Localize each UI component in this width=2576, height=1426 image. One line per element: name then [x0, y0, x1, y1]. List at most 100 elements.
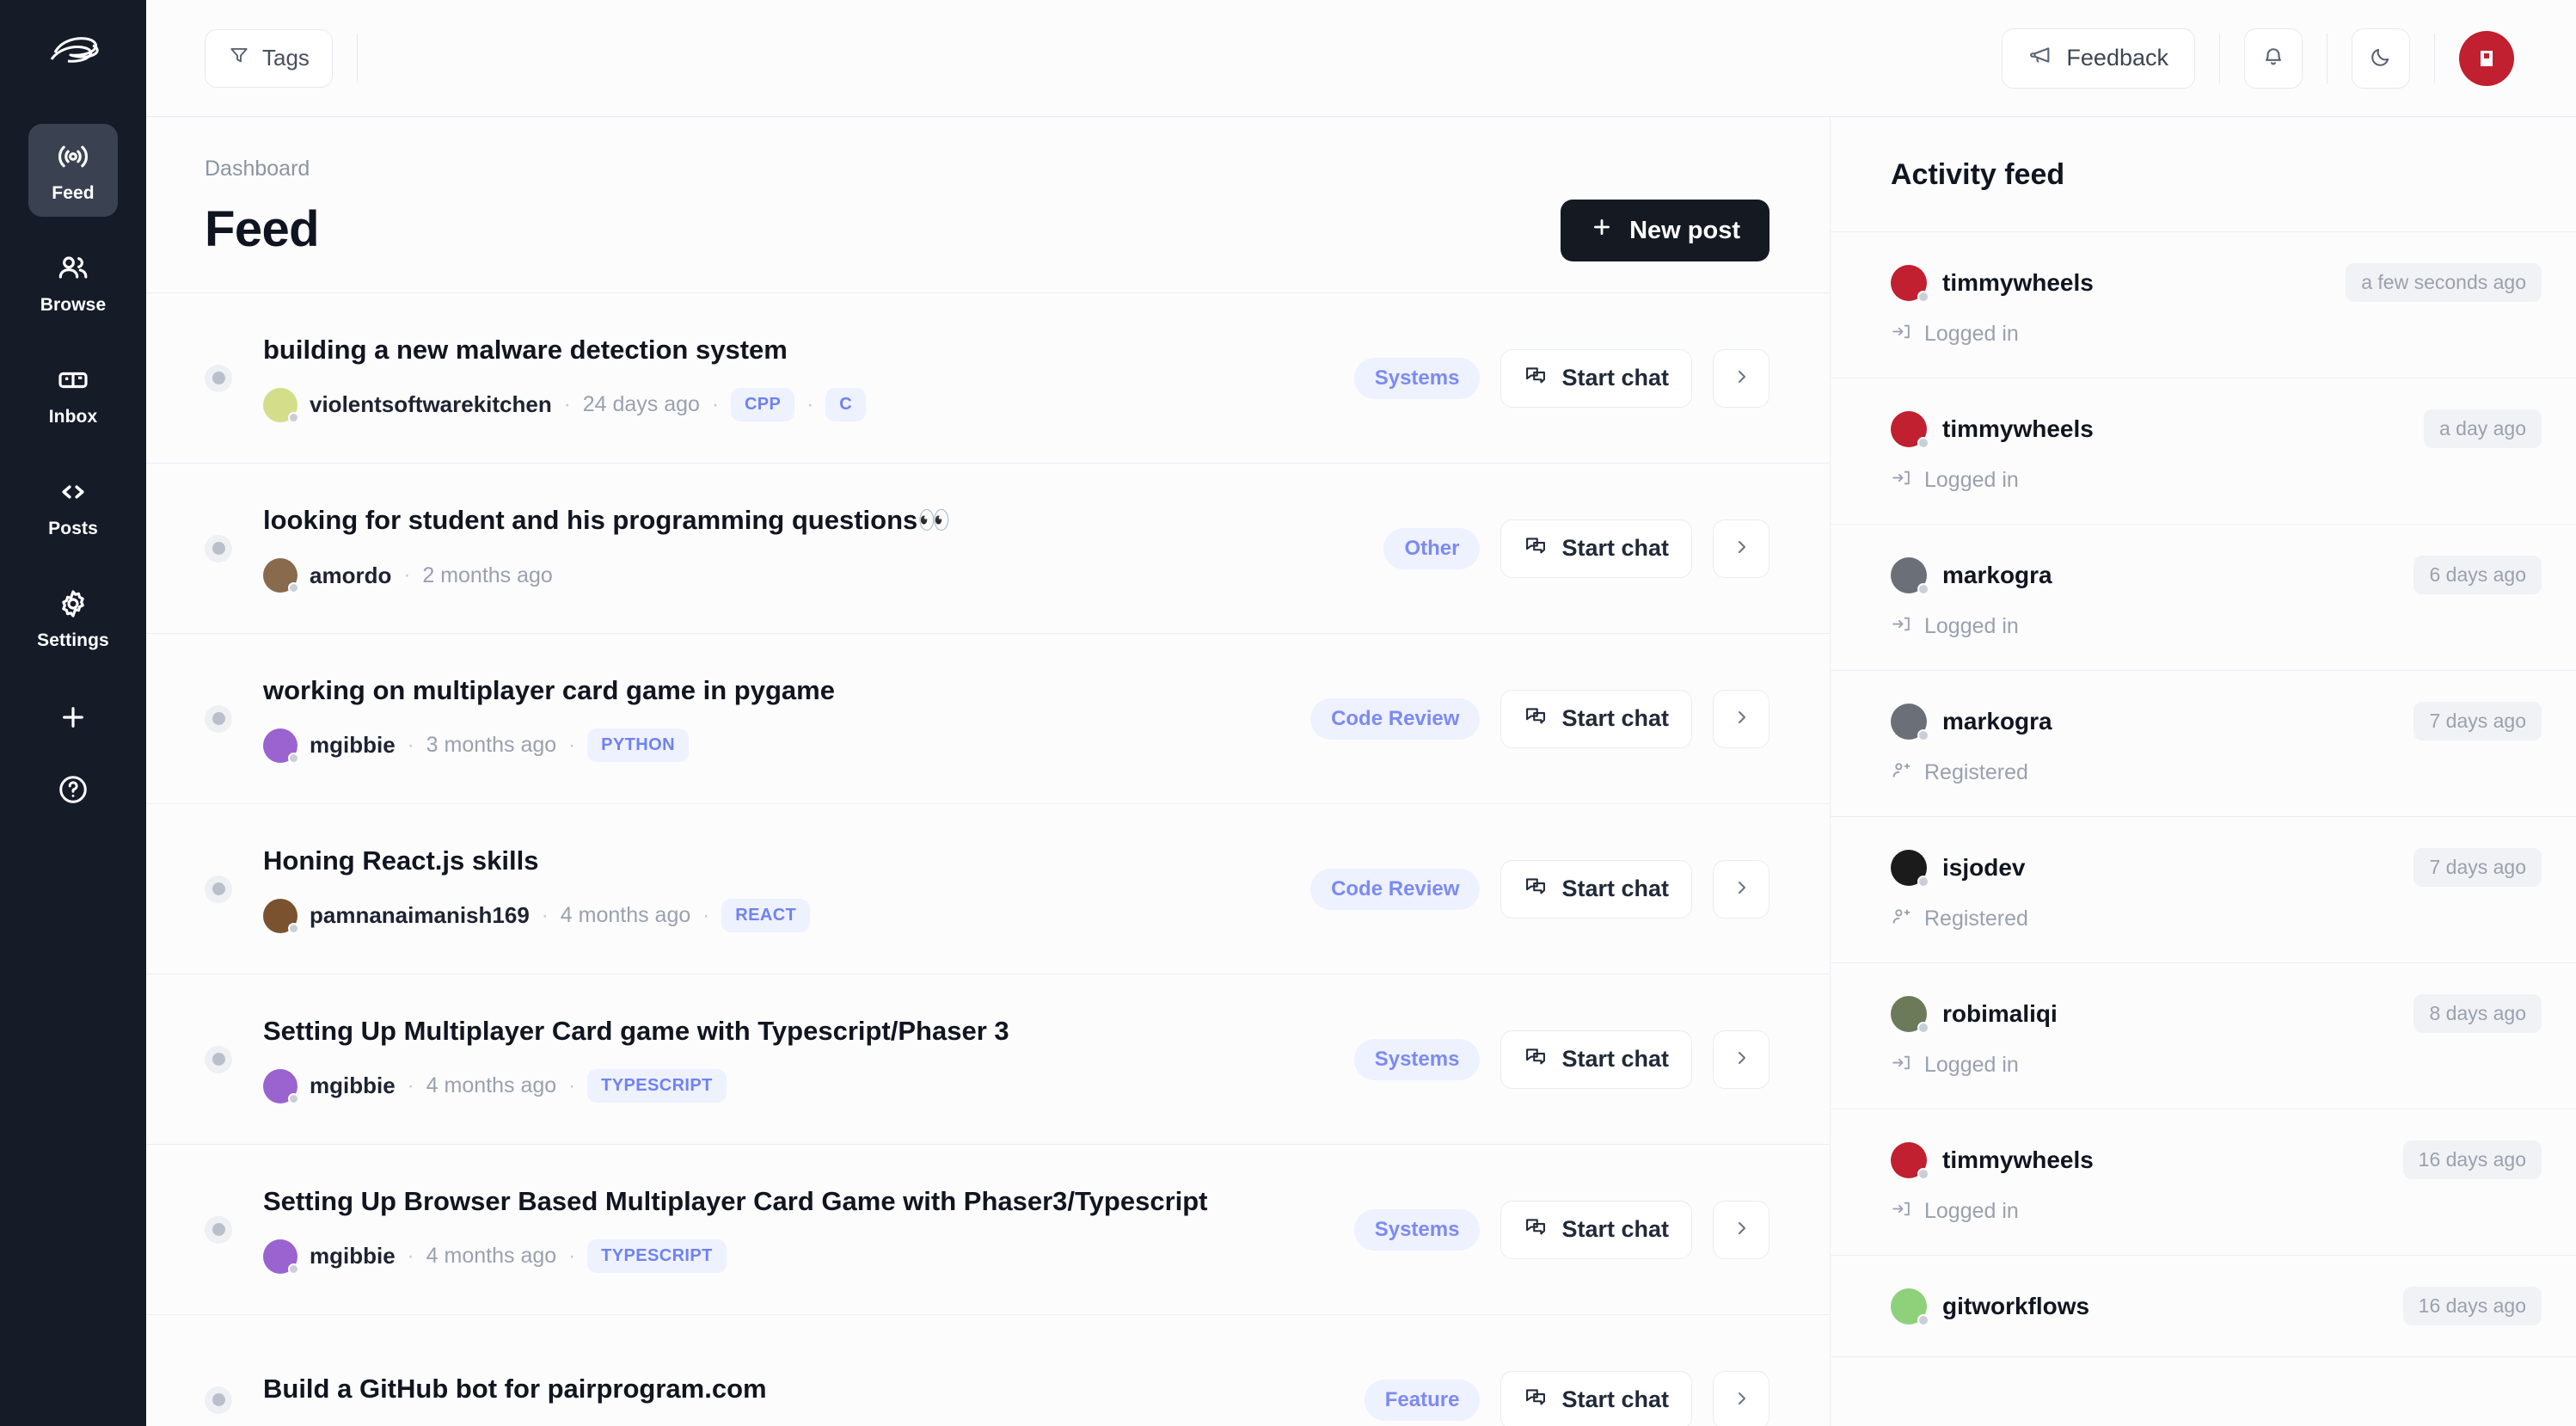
activity-row[interactable]: timmywheels a day ago Logged in: [1831, 378, 2576, 525]
post-row[interactable]: Honing React.js skills pamnanaimanish169…: [146, 803, 1830, 974]
activity-username[interactable]: isjodev: [1942, 854, 2025, 882]
post-author-name[interactable]: amordo: [310, 562, 391, 589]
activity-row[interactable]: markogra 6 days ago Logged in: [1831, 525, 2576, 671]
open-post-button[interactable]: [1713, 519, 1769, 578]
activity-row[interactable]: gitworkflows 16 days ago: [1831, 1256, 2576, 1357]
start-chat-button[interactable]: Start chat: [1500, 1201, 1692, 1259]
feedback-button[interactable]: Feedback: [2002, 28, 2195, 89]
open-post-button[interactable]: [1713, 860, 1769, 919]
post-category-badge[interactable]: Other: [1383, 528, 1480, 569]
post-author-avatar[interactable]: [263, 899, 297, 933]
post-language-tag[interactable]: PYTHON: [587, 728, 689, 762]
post-author-name[interactable]: mgibbie: [310, 732, 396, 759]
tags-filter-button[interactable]: Tags: [205, 29, 333, 88]
post-author-avatar[interactable]: [263, 1069, 297, 1103]
activity-user-avatar[interactable]: [1891, 265, 1927, 301]
megaphone-icon: [2028, 43, 2052, 73]
activity-row[interactable]: robimaliqi 8 days ago Logged in: [1831, 963, 2576, 1109]
post-author-name[interactable]: violentsoftwarekitchen: [310, 391, 552, 418]
activity-row[interactable]: markogra 7 days ago Registered: [1831, 671, 2576, 817]
start-chat-button[interactable]: Start chat: [1500, 349, 1692, 408]
activity-username[interactable]: markogra: [1942, 708, 2052, 735]
theme-toggle-button[interactable]: [2352, 28, 2410, 89]
new-post-button[interactable]: New post: [1561, 200, 1769, 261]
post-meta: amordo · 2 months ago: [263, 558, 1358, 593]
post-title[interactable]: Setting Up Multiplayer Card game with Ty…: [263, 1016, 1328, 1047]
open-post-button[interactable]: [1713, 1371, 1769, 1426]
post-actions: Systems Start chat: [1354, 1030, 1769, 1089]
post-row[interactable]: Setting Up Browser Based Multiplayer Car…: [146, 1144, 1830, 1314]
post-author-name[interactable]: pamnanaimanish169: [310, 902, 530, 929]
post-category-badge[interactable]: Code Review: [1310, 869, 1480, 910]
login-icon: [1891, 1198, 1912, 1224]
post-language-tag[interactable]: TYPESCRIPT: [587, 1239, 727, 1273]
post-author-avatar[interactable]: [263, 1239, 297, 1274]
activity-row[interactable]: timmywheels 16 days ago Logged in: [1831, 1109, 2576, 1256]
open-post-button[interactable]: [1713, 1030, 1769, 1089]
activity-username[interactable]: timmywheels: [1942, 269, 2094, 297]
post-row[interactable]: working on multiplayer card game in pyga…: [146, 633, 1830, 803]
post-status-dot: [205, 1386, 232, 1414]
notifications-button[interactable]: [2244, 28, 2303, 89]
post-language-tag[interactable]: TYPESCRIPT: [587, 1069, 727, 1103]
sidebar-item-feed[interactable]: Feed: [28, 124, 118, 217]
post-category-badge[interactable]: Systems: [1354, 358, 1481, 399]
post-category-badge[interactable]: Code Review: [1310, 698, 1480, 740]
sidebar-add-button[interactable]: [28, 683, 118, 755]
activity-user-avatar[interactable]: [1891, 1142, 1927, 1178]
post-author-avatar[interactable]: [263, 388, 297, 422]
activity-feed-pane: Activity feed timmywheels a few seconds …: [1830, 117, 2576, 1426]
start-chat-button[interactable]: Start chat: [1500, 860, 1692, 919]
post-category-badge[interactable]: Systems: [1354, 1209, 1481, 1251]
activity-username[interactable]: markogra: [1942, 562, 2052, 589]
post-row[interactable]: building a new malware detection system …: [146, 292, 1830, 463]
post-title[interactable]: Build a GitHub bot for pairprogram.com: [263, 1374, 1339, 1404]
activity-user-avatar[interactable]: [1891, 850, 1927, 886]
post-author-name[interactable]: mgibbie: [310, 1073, 396, 1099]
activity-username[interactable]: robimaliqi: [1942, 1000, 2058, 1028]
activity-row[interactable]: timmywheels a few seconds ago Logged in: [1831, 232, 2576, 378]
post-author-avatar[interactable]: [263, 558, 297, 593]
open-post-button[interactable]: [1713, 1201, 1769, 1259]
start-chat-button[interactable]: Start chat: [1500, 1371, 1692, 1426]
post-title[interactable]: Setting Up Browser Based Multiplayer Car…: [263, 1186, 1328, 1217]
activity-username[interactable]: gitworkflows: [1942, 1293, 2089, 1320]
post-title[interactable]: building a new malware detection system: [263, 335, 1328, 366]
activity-row[interactable]: isjodev 7 days ago Registered: [1831, 817, 2576, 963]
activity-username[interactable]: timmywheels: [1942, 1146, 2094, 1174]
sidebar-item-browse[interactable]: Browse: [28, 236, 118, 329]
post-language-tag[interactable]: CPP: [731, 388, 794, 421]
post-language-tag[interactable]: REACT: [721, 899, 810, 932]
sidebar-item-settings[interactable]: Settings: [28, 571, 118, 664]
open-post-button[interactable]: [1713, 690, 1769, 748]
sidebar-help-button[interactable]: [28, 755, 118, 827]
activity-user-avatar[interactable]: [1891, 996, 1927, 1032]
activity-user-avatar[interactable]: [1891, 557, 1927, 593]
meta-separator: ·: [807, 393, 813, 417]
post-row[interactable]: looking for student and his programming …: [146, 463, 1830, 633]
open-post-button[interactable]: [1713, 349, 1769, 408]
post-language-tag[interactable]: C: [825, 388, 866, 421]
post-title[interactable]: Honing React.js skills: [263, 845, 1285, 876]
post-author-avatar[interactable]: [263, 728, 297, 763]
pairprogram-logo-icon[interactable]: [41, 22, 105, 86]
start-chat-button[interactable]: Start chat: [1500, 1030, 1692, 1089]
post-title[interactable]: looking for student and his programming …: [263, 504, 1358, 536]
post-category-badge[interactable]: Systems: [1354, 1039, 1481, 1080]
post-row[interactable]: Build a GitHub bot for pairprogram.com F…: [146, 1314, 1830, 1426]
sidebar-item-inbox[interactable]: Inbox: [28, 347, 118, 440]
sidebar-item-posts[interactable]: Posts: [28, 459, 118, 552]
post-author-name[interactable]: mgibbie: [310, 1243, 396, 1269]
activity-user-avatar[interactable]: [1891, 1288, 1927, 1325]
activity-username[interactable]: timmywheels: [1942, 415, 2094, 443]
post-row[interactable]: Setting Up Multiplayer Card game with Ty…: [146, 974, 1830, 1144]
start-chat-button[interactable]: Start chat: [1500, 690, 1692, 748]
activity-user-avatar[interactable]: [1891, 704, 1927, 740]
post-category-badge[interactable]: Feature: [1365, 1380, 1481, 1421]
post-timestamp: 4 months ago: [561, 903, 691, 928]
chevron-right-icon: [1731, 877, 1751, 900]
start-chat-button[interactable]: Start chat: [1500, 519, 1692, 578]
post-title[interactable]: working on multiplayer card game in pyga…: [263, 675, 1285, 706]
user-avatar[interactable]: [2459, 31, 2514, 86]
activity-user-avatar[interactable]: [1891, 411, 1927, 447]
